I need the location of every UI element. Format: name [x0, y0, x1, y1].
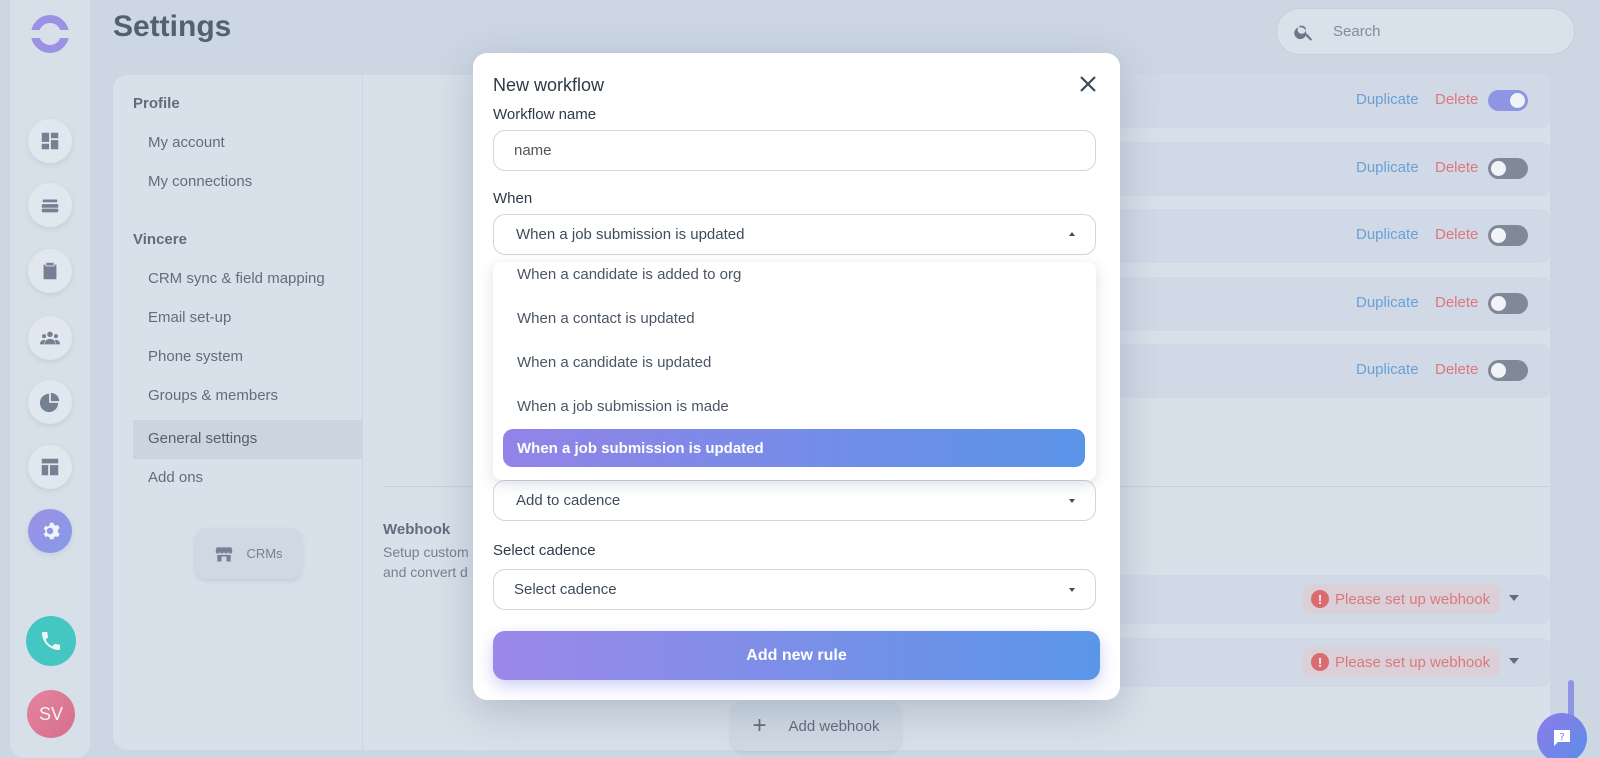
- caret-down-icon: [1069, 499, 1075, 503]
- chat-icon: ?: [1554, 730, 1570, 746]
- modal-title: New workflow: [493, 75, 605, 95]
- when-select[interactable]: When a job submission is updated: [493, 214, 1096, 255]
- dropdown-option[interactable]: When a contact is updated: [517, 310, 695, 327]
- workflow-name-input[interactable]: [493, 130, 1096, 171]
- close-icon: [1080, 76, 1096, 92]
- action-select[interactable]: Add to cadence: [493, 480, 1096, 521]
- caret-up-icon: [1069, 232, 1075, 236]
- select-cadence-label: Select cadence: [493, 542, 596, 559]
- dropdown-option-selected[interactable]: When a job submission is updated: [503, 429, 1085, 467]
- dropdown-option[interactable]: When a candidate is updated: [517, 354, 711, 371]
- when-select-value: When a job submission is updated: [516, 226, 745, 243]
- dropdown-option[interactable]: When a job submission is made: [517, 398, 729, 415]
- workflow-name-label: Workflow name: [493, 106, 597, 123]
- when-dropdown-menu: When a candidate is added to org When a …: [493, 262, 1096, 480]
- chat-support-button[interactable]: ?: [1537, 713, 1587, 758]
- when-label: When: [493, 190, 533, 207]
- add-new-rule-button[interactable]: Add new rule: [493, 631, 1100, 680]
- cadence-select-value: Select cadence: [514, 581, 617, 598]
- new-workflow-modal: New workflow Workflow name When When a j…: [473, 53, 1120, 700]
- action-select-value: Add to cadence: [516, 492, 621, 509]
- cadence-select[interactable]: Select cadence: [493, 569, 1096, 610]
- dropdown-option[interactable]: When a candidate is added to org: [517, 266, 741, 283]
- svg-text:?: ?: [1559, 732, 1564, 743]
- close-button[interactable]: [1079, 75, 1097, 93]
- caret-down-icon: [1069, 588, 1075, 592]
